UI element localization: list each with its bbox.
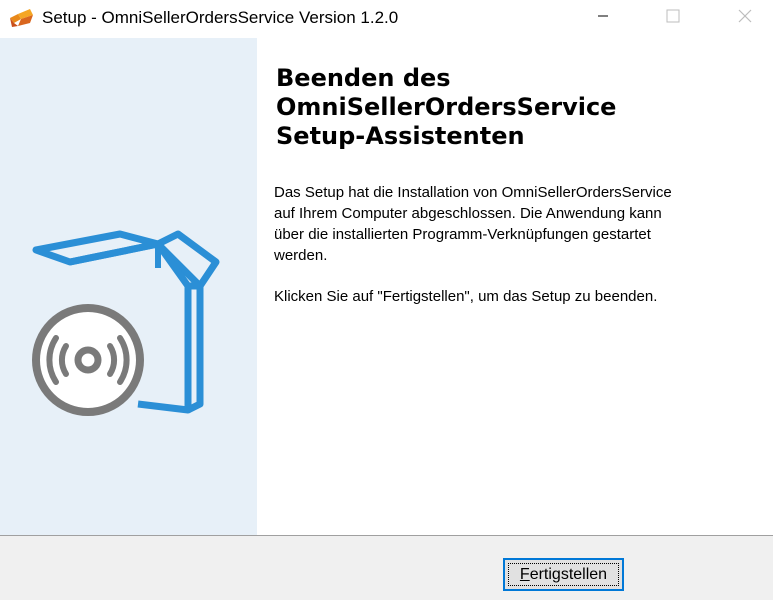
page-heading: Beenden des OmniSellerOrdersService Setu… [276,64,756,151]
close-button[interactable] [722,0,768,32]
maximize-icon [666,9,680,23]
heading-line: OmniSellerOrdersService [276,93,617,121]
message-line: Das Setup hat die Installation von OmniS… [274,184,672,201]
setup-window: Setup - OmniSellerOrdersService Version … [0,0,773,600]
title-bar[interactable]: Setup - OmniSellerOrdersService Version … [0,0,773,38]
window-title: Setup - OmniSellerOrdersService Version … [42,8,399,27]
finish-label-rest: ertigstellen [529,565,608,583]
software-box-with-disc-icon [30,230,220,418]
finish-button-label: Fertigstellen [520,566,607,584]
finish-accelerator-key: F [519,565,530,583]
completion-message: Das Setup hat die Installation von OmniS… [274,182,754,266]
heading-line: Setup-Assistenten [276,122,525,150]
finish-button[interactable]: Fertigstellen [503,558,624,591]
maximize-button[interactable] [650,0,696,32]
finish-instruction: Klicken Sie auf "Fertigstellen", um das … [274,288,658,305]
message-line: auf Ihrem Computer abgeschlossen. Die An… [274,205,662,222]
message-line: werden. [274,247,328,264]
button-bar [0,535,773,600]
minimize-button[interactable] [580,0,626,32]
heading-line: Beenden des [276,64,451,92]
wizard-side-panel [0,38,257,535]
minimize-icon [598,15,608,17]
close-icon [738,9,752,23]
message-line: über die installierten Programm-Verknüpf… [274,226,651,243]
setup-wizard-icon [10,9,33,27]
